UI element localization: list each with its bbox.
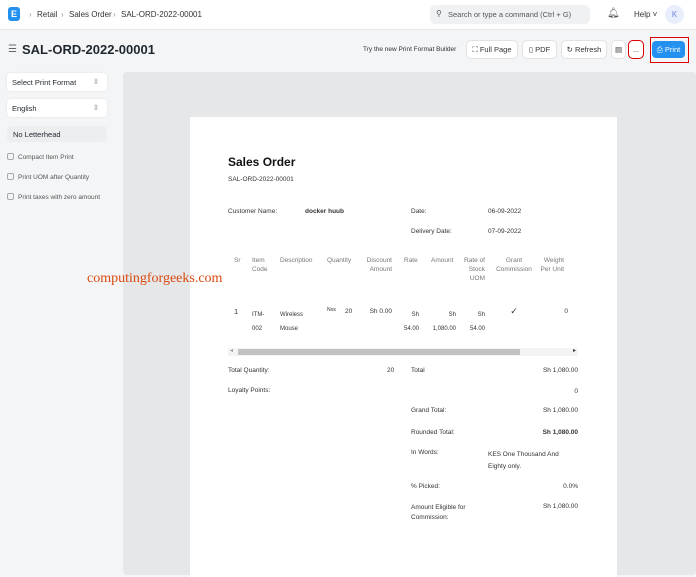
more-button[interactable]: ... [628, 40, 644, 59]
picked-label: % Picked: [411, 483, 440, 490]
total-qty-value: 20 [387, 367, 395, 374]
zero-value: 0 [574, 388, 578, 395]
col-item-code: Item Code [252, 257, 268, 273]
col-grant-commission: Grant Commission [496, 257, 532, 273]
delivery-value: 07-09-2022 [488, 228, 522, 235]
rounded-total-label: Rounded Total: [411, 429, 455, 436]
avatar[interactable]: K [665, 5, 684, 24]
total-qty-label: Total Quantity: [228, 367, 270, 374]
top-navbar: E › Retail › Sales Order › SAL-ORD-2022-… [0, 0, 696, 30]
doc-number: SAL-ORD-2022-00001 [228, 176, 294, 183]
scrollbar-thumb[interactable] [238, 349, 520, 355]
refresh-button[interactable]: ↻ Refresh [562, 41, 606, 58]
col-rate-stock: Rate of Stock UOM [464, 257, 485, 282]
horizontal-scrollbar[interactable]: ◂ ▸ [228, 348, 578, 356]
print-format-select[interactable]: Select Print Format ⇳ [7, 73, 107, 91]
col-amount: Amount [431, 257, 454, 264]
search-input[interactable]: ⚲ Search or type a command (Ctrl + G) [430, 5, 590, 24]
picked-value: 0.0% [563, 483, 578, 490]
col-weight: Weight Per Unit [540, 257, 564, 273]
pdf-button[interactable]: ▯ PDF [523, 41, 556, 58]
col-rate: Rate [404, 257, 418, 264]
sidebar-toggle-icon[interactable]: ☰ [8, 44, 17, 55]
letterhead-select[interactable]: No Letterhead [7, 126, 107, 142]
loyalty-label: Loyalty Points: [228, 387, 271, 394]
in-words-label: In Words: [411, 449, 439, 456]
search-icon: ⚲ [436, 9, 442, 18]
total-value: Sh 1,080.00 [542, 367, 578, 374]
commission-value: Sh 1,080.00 [542, 503, 578, 510]
breadcrumb-sales-order[interactable]: Sales Order [69, 10, 112, 19]
full-page-button[interactable]: ⛶ Full Page [467, 41, 517, 58]
print-document: Sales Order SAL-ORD-2022-00001 Customer … [190, 117, 617, 577]
commission-label: Amount Eligible for Commission: [411, 504, 466, 521]
in-words-value: KES One Thousand And Eighty only. [488, 451, 559, 470]
customer-label: Customer Name: [228, 208, 278, 215]
document-icon[interactable]: ▤ [612, 41, 625, 58]
grand-total-label: Grand Total: [411, 407, 447, 414]
date-label: Date: [411, 208, 427, 215]
col-discount: Discount Amount [366, 257, 392, 273]
breadcrumb-current[interactable]: SAL-ORD-2022-00001 [121, 10, 202, 19]
language-select[interactable]: English ⇳ [7, 99, 107, 117]
print-format-builder-link[interactable]: Try the new Print Format Builder [363, 46, 456, 53]
customer-value: docker huub [305, 208, 345, 215]
col-quantity: Quantity [327, 257, 352, 264]
breadcrumb-retail[interactable]: Retail [37, 10, 57, 19]
app-logo[interactable]: E [8, 7, 20, 21]
rounded-total-value: Sh 1,080.00 [542, 429, 578, 436]
bell-icon[interactable]: 🔔︎ [607, 8, 620, 19]
page-title: SAL-ORD-2022-00001 [22, 42, 155, 57]
print-taxes-zero-checkbox[interactable]: Print taxes with zero amount [7, 193, 100, 201]
total-label: Total [411, 367, 425, 374]
compact-item-print-checkbox[interactable]: Compact Item Print [7, 153, 74, 161]
print-button[interactable]: ⎙ Print [652, 41, 685, 58]
delivery-label: Delivery Date: [411, 228, 452, 235]
doc-title: Sales Order [228, 155, 296, 169]
col-description: Description [280, 257, 313, 264]
help-menu[interactable]: Help ˅ [634, 10, 657, 19]
grand-total-value: Sh 1,080.00 [542, 407, 578, 414]
watermark-text: computingforgeeks.com [87, 271, 223, 286]
date-value: 06-09-2022 [488, 208, 522, 215]
print-uom-checkbox[interactable]: Print UOM after Quantity [7, 173, 89, 181]
col-sr: Sr [234, 257, 241, 264]
